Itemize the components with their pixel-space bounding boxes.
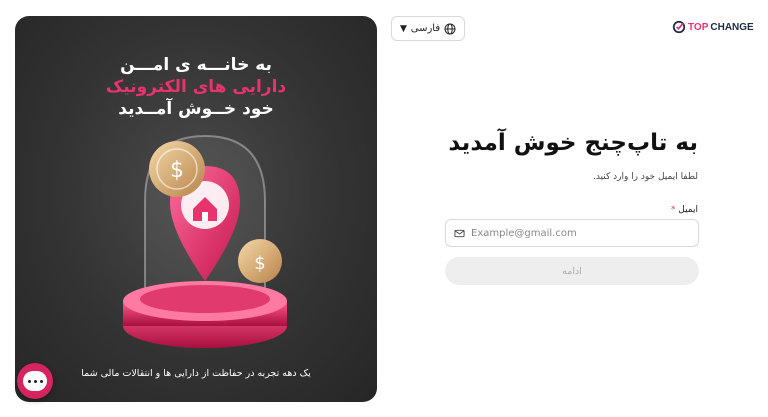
logo-text-change: CHANGE [710, 21, 754, 33]
promo-panel: به خانـــه ی امـــن دارایی های الکترونیک… [15, 16, 377, 402]
continue-button[interactable]: ادامه [445, 257, 699, 285]
login-page: به خانـــه ی امـــن دارایی های الکترونیک… [0, 0, 768, 417]
email-label: ایمیل * [671, 205, 698, 215]
logo-text-top: TOP [688, 21, 709, 33]
page-title: به تاپ‌چنج خوش آمدید [448, 130, 698, 156]
chevron-down-icon: ▼ [400, 23, 407, 34]
promo-heading: به خانـــه ی امـــن دارایی های الکترونیک… [15, 54, 377, 120]
email-input[interactable] [471, 227, 671, 239]
promo-line-2: دارایی های الکترونیک [105, 77, 287, 97]
chat-button[interactable] [17, 363, 53, 399]
email-field-wrapper[interactable] [445, 219, 699, 247]
promo-caption: یک دهه تجربه در حفاظت از دارایی ها و انت… [81, 368, 311, 379]
required-mark: * [670, 205, 676, 215]
topchange-logo[interactable]: TOP CHANGE [672, 20, 754, 34]
chat-bubble-icon [23, 371, 47, 391]
promo-line-3: خود خــوش آمــدید [118, 99, 274, 119]
mail-icon [454, 229, 465, 237]
logo-mark-icon [672, 20, 686, 34]
language-label: فارسی [410, 23, 441, 34]
glass-dome-illustration: $ $ [123, 134, 287, 348]
language-selector[interactable]: ▼ فارسی [391, 16, 465, 41]
globe-icon [444, 23, 456, 34]
promo-line-1: به خانـــه ی امـــن [120, 55, 272, 75]
svg-text:$: $ [254, 253, 265, 274]
svg-text:$: $ [170, 158, 184, 183]
email-label-text: ایمیل [678, 205, 698, 215]
page-subtitle: لطفا ایمیل خود را وارد کنید. [592, 172, 698, 182]
